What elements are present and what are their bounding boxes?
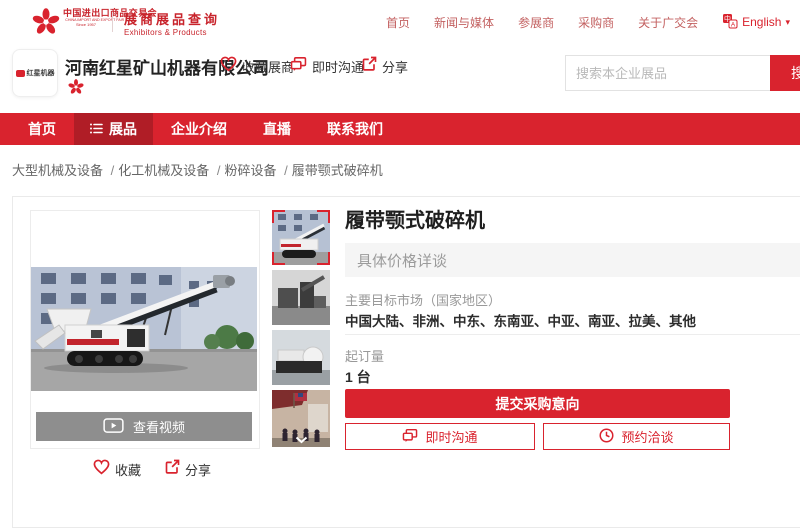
share-product-label: 分享 (185, 460, 211, 479)
heart-icon (220, 56, 237, 77)
target-market-label: 主要目标市场（国家地区） (345, 290, 501, 309)
product-main-image[interactable] (31, 267, 257, 391)
nav-tab-home[interactable]: 首页 (10, 113, 74, 145)
breadcrumb-item[interactable]: 大型机械及设备 (12, 160, 118, 179)
badge-subtitle: Exhibitors & Products (124, 28, 220, 37)
selection-corner (272, 252, 285, 265)
share-icon (362, 56, 377, 76)
share-icon (165, 459, 180, 479)
company-logo-mark-icon (16, 70, 25, 77)
watch-video-label: 查看视频 (133, 417, 185, 436)
appointment-button[interactable]: 预约洽谈 (543, 423, 730, 450)
section-divider (345, 334, 800, 335)
instant-chat-outline-button[interactable]: 即时沟通 (345, 423, 535, 450)
breadcrumb: 大型机械及设备 化工机械及设备 粉碎设备 履带颚式破碎机 (12, 160, 383, 179)
language-label: English (742, 15, 781, 29)
instant-chat-outline-label: 即时沟通 (425, 427, 477, 446)
share-label: 分享 (382, 57, 408, 76)
selection-corner (317, 210, 330, 223)
site-logo-since: Since 1957 (63, 23, 109, 27)
submit-purchase-intent-button[interactable]: 提交采购意向 (345, 389, 730, 418)
heart-icon (93, 459, 110, 480)
breadcrumb-item[interactable]: 粉碎设备 (225, 160, 292, 179)
price-box: 具体价格详谈 (345, 243, 800, 277)
nav-tab-live[interactable]: 直播 (245, 113, 309, 145)
translate-icon: 中 A (722, 13, 738, 32)
badge-title: 展商展品查询 (124, 9, 220, 28)
moq-label: 起订量 (345, 346, 384, 365)
kapok-flower-icon[interactable] (32, 8, 60, 41)
watch-video-button[interactable]: 查看视频 (36, 412, 252, 441)
topnav-exhibitors[interactable]: 参展商 (518, 14, 554, 31)
thumbnail-2[interactable] (272, 270, 330, 325)
selection-corner (272, 210, 285, 223)
clock-icon (599, 428, 614, 446)
thumbnail-4[interactable] (272, 390, 330, 447)
thumbnail-1-selected[interactable] (272, 210, 330, 265)
list-icon (90, 121, 103, 137)
topnav-about[interactable]: 关于广交会 (638, 14, 698, 31)
topnav-home[interactable]: 首页 (386, 14, 410, 31)
search-button[interactable]: 搜索 (770, 55, 800, 91)
appointment-label: 预约洽谈 (621, 427, 673, 446)
logo-divider (112, 12, 113, 32)
canton-fair-badge-icon (68, 79, 84, 100)
nav-tab-company-intro[interactable]: 企业介绍 (153, 113, 245, 145)
chat-icon (290, 56, 307, 77)
search-input[interactable] (565, 55, 770, 91)
site-section-badge[interactable]: 展商展品查询 Exhibitors & Products (124, 9, 220, 37)
selection-corner (317, 252, 330, 265)
top-bar: 中国进出口商品交易会 CHINA IMPORT AND EXPORT FAIR … (0, 0, 800, 45)
favorite-exhibitor-label: 收藏展商 (242, 57, 294, 76)
thumbnail-3[interactable] (272, 330, 330, 385)
moq-value: 1 台 (345, 367, 371, 387)
favorite-exhibitor-button[interactable]: 收藏展商 (220, 56, 294, 76)
favorite-product-label: 收藏 (115, 460, 141, 479)
topnav-buyers[interactable]: 采购商 (578, 14, 614, 31)
nav-tab-products[interactable]: 展品 (74, 113, 153, 145)
company-logo: 红星机器 (12, 49, 58, 97)
site-logo[interactable]: 中国进出口商品交易会 CHINA IMPORT AND EXPORT FAIR … (63, 9, 109, 27)
price-note: 具体价格详谈 (357, 250, 447, 271)
target-market-value: 中国大陆、非洲、中东、东南亚、中亚、南亚、拉美、其他 (345, 310, 696, 330)
product-title: 履带颚式破碎机 (345, 204, 485, 233)
chevron-down-icon: ▾ (785, 17, 790, 28)
company-navigation: 首页 展品 企业介绍 直播 联系我们 (0, 113, 800, 145)
instant-chat-button[interactable]: 即时沟通 (290, 56, 364, 76)
share-product-button[interactable]: 分享 (165, 459, 211, 479)
breadcrumb-current: 履带颚式破碎机 (292, 160, 383, 179)
nav-tab-products-label: 展品 (109, 119, 137, 139)
chevron-down-icon[interactable] (295, 436, 308, 444)
topnav-news[interactable]: 新闻与媒体 (434, 14, 494, 31)
company-logo-text: 红星机器 (27, 68, 55, 78)
nav-tab-contact[interactable]: 联系我们 (309, 113, 401, 145)
play-icon (103, 418, 124, 436)
breadcrumb-item[interactable]: 化工机械及设备 (118, 160, 224, 179)
site-logo-subtitle: CHINA IMPORT AND EXPORT FAIR (65, 19, 106, 23)
language-switcher[interactable]: 中 A English ▾ (722, 13, 790, 32)
favorite-product-button[interactable]: 收藏 (93, 459, 141, 480)
svg-text:A: A (731, 21, 736, 28)
chat-icon (402, 428, 418, 446)
share-button[interactable]: 分享 (362, 56, 408, 76)
instant-chat-label: 即时沟通 (312, 57, 364, 76)
top-navigation: 首页 新闻与媒体 参展商 采购商 关于广交会 中 A English ▾ (386, 0, 790, 44)
